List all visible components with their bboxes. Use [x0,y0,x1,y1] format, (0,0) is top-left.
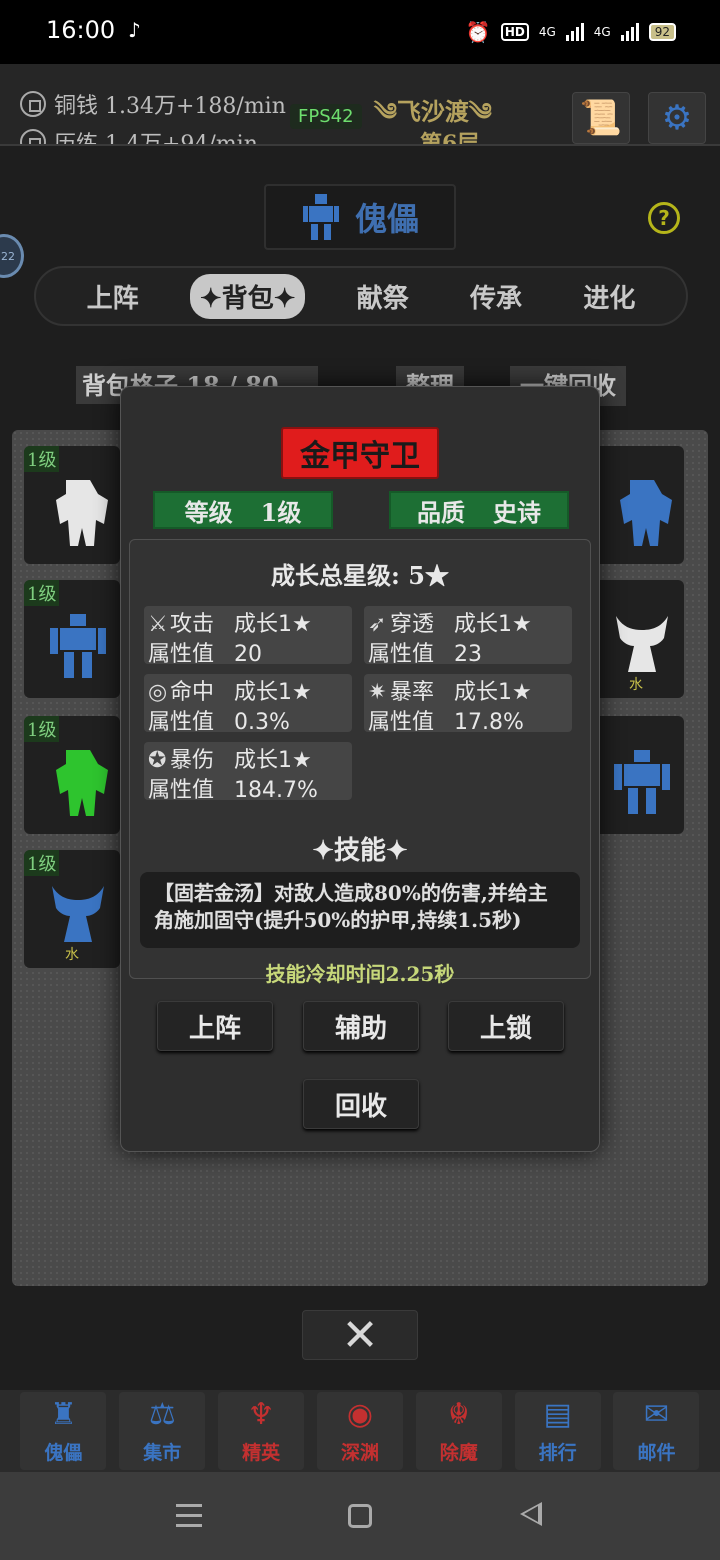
stat-penetration: ➶ 穿透 成长1★ 属性值 23 [364,606,572,667]
lock-button[interactable]: 上锁 [448,1001,564,1051]
network-label-1: 4G [538,25,556,39]
level-badge: 1级 [24,446,60,472]
nav-abyss[interactable]: ◉ 深渊 [316,1392,403,1470]
crit-icon: ✪ [148,748,167,773]
tab-sacrifice[interactable]: 献祭 [347,274,419,319]
tab-inherit[interactable]: 传承 [460,274,532,319]
battery-icon: 92 [648,23,676,41]
arrow-icon: ➶ [368,612,387,637]
bottom-nav: ♜ 傀儡 ⚖ 集市 ♆ 精英 ◉ 深渊 ☬ 除魔 ▤ 排行 ✉ 邮件 [0,1390,720,1472]
back-icon[interactable] [520,1502,542,1526]
alarm-icon: ⏰ [465,20,491,44]
copper-resource: 铜钱 1.34万+188/min [20,88,286,120]
signal-icon [565,23,584,41]
demon-icon [616,616,668,672]
floor-label: 第6层 [420,131,480,146]
nav-ranking[interactable]: ▤ 排行 [514,1392,601,1470]
puppet-icon: ♜ [49,1397,77,1432]
quality-pill: 品质 史诗 [389,491,569,529]
stat-crit-rate: ✷ 暴率 成长1★ 属性值 17.8% [364,674,572,735]
mail-icon: ✉ [643,1397,670,1432]
status-bar: 16:00 ♪ ⏰ HD 4G 4G 92 [0,0,720,64]
recent-apps-icon[interactable] [176,1504,202,1534]
puppet-icon [614,750,670,814]
fps-counter: FPS42 [290,104,362,129]
inventory-slot[interactable] [588,446,684,564]
skill-title: ✦技能✦ [312,836,408,866]
stats-panel: 成长总星级: 5★ ⚔ 攻击 成长1★ 属性值 20 ➶ 穿透 成长1★ 属性值 23 ◎ 命… [129,539,591,986]
recycle-button[interactable]: 回收 [303,1079,419,1129]
inventory-slot[interactable]: 1级 水 [24,850,120,968]
home-icon[interactable] [348,1504,372,1528]
golem-icon [620,480,672,546]
stat-attack: ⚔ 攻击 成长1★ 属性值 20 [144,606,352,667]
level-pill: 等级 1级 [153,491,333,529]
nav-exorcise[interactable]: ☬ 除魔 [415,1392,502,1470]
inventory-slot[interactable]: 1级 [24,716,120,834]
resource-bar: 铜钱 1.34万+188/min 历练 1.4万+94/min FPS42 ༄飞… [0,64,720,146]
assist-button[interactable]: 辅助 [303,1001,419,1051]
scroll-icon[interactable]: 📜 [572,92,630,144]
tiktok-icon: ♪ [128,18,141,42]
emblem-icon: ☬ [448,1397,470,1432]
skill-cooldown: 技能冷却时间2.25秒 [265,962,455,986]
tab-bag[interactable]: ✦背包✦ [189,273,306,319]
puppet-icon [302,194,339,240]
training-resource: 历练 1.4万+94/min [20,126,258,144]
trident-icon: ♆ [247,1397,275,1432]
inventory-slot[interactable]: 1级 [24,580,120,698]
podium-icon: ▤ [543,1397,572,1432]
level-badge: 1级 [24,580,60,606]
inventory-slot[interactable] [588,716,684,834]
clock: 16:00 [46,16,116,44]
coin-icon [20,91,46,117]
scale-icon: ⚖ [148,1397,176,1432]
stat-crit-damage: ✪ 暴伤 成长1★ 属性值 184.7% [144,742,352,803]
vortex-icon: ◉ [346,1397,374,1432]
puppet-detail-modal: 金甲守卫 等级 1级 品质 史诗 成长总星级: 5★ ⚔ 攻击 成长1★ 属性值 20 ➶… [120,386,600,1152]
nav-elite[interactable]: ♆ 精英 [218,1392,305,1470]
golem-icon [56,480,108,546]
burst-icon: ✷ [368,680,387,705]
golem-icon [56,750,108,816]
growth-total: 成长总星级: 5★ [271,561,449,590]
sword-icon: ⚔ [148,612,168,637]
nav-puppet[interactable]: ♜ 傀儡 [20,1392,107,1470]
flame-icon [20,129,46,144]
help-button[interactable]: ? [648,202,680,234]
puppet-icon [50,614,106,678]
close-button[interactable]: ✕ [302,1310,418,1361]
target-icon: ◎ [148,680,168,705]
network-label-2: 4G [593,25,611,39]
skill-description: 【固若金汤】对敌人造成80%的伤害,并给主角施加固守(提升50%的护甲,持续1.… [140,872,580,948]
stat-accuracy: ◎ 命中 成长1★ 属性值 0.3% [144,674,352,735]
signal-icon [620,23,639,41]
gear-icon[interactable]: ⚙ [648,92,706,144]
demon-icon [52,886,104,942]
deploy-button[interactable]: 上阵 [157,1001,273,1051]
level-badge: 1级 [24,716,60,742]
inventory-slot[interactable]: 水 [588,580,684,698]
puppet-name: 金甲守卫 [281,427,439,479]
tab-evolve[interactable]: 进化 [573,274,645,319]
nav-mail[interactable]: ✉ 邮件 [613,1392,700,1470]
page-title: 傀儡 [264,184,456,250]
nav-market[interactable]: ⚖ 集市 [119,1392,206,1470]
hd-icon: HD [500,23,529,41]
level-badge: 1级 [24,850,60,876]
inventory-slot[interactable]: 1级 [24,446,120,564]
tab-bar: 上阵 ✦背包✦ 献祭 传承 进化 [34,266,688,326]
tab-deploy[interactable]: 上阵 [77,274,149,319]
